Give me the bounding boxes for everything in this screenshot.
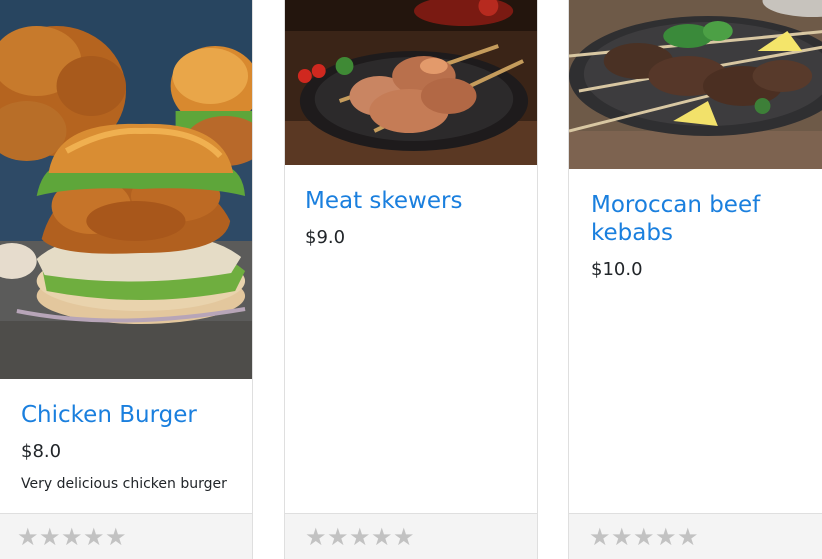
star-icon[interactable]: ★ bbox=[83, 523, 105, 551]
star-icon[interactable]: ★ bbox=[305, 523, 327, 551]
product-card[interactable]: Moroccan beef kebabs $10.0 ★★★★★ bbox=[568, 0, 822, 559]
star-icon[interactable]: ★ bbox=[633, 523, 655, 551]
star-icon[interactable]: ★ bbox=[589, 523, 611, 551]
card-footer: ★★★★★ bbox=[0, 513, 252, 559]
star-icon[interactable]: ★ bbox=[327, 523, 349, 551]
star-icon[interactable]: ★ bbox=[371, 523, 393, 551]
product-image[interactable] bbox=[569, 0, 822, 169]
product-image[interactable] bbox=[0, 0, 252, 379]
product-description: Very delicious chicken burger bbox=[21, 476, 227, 492]
product-card[interactable]: Meat skewers $9.0 ★★★★★ bbox=[284, 0, 538, 559]
product-price: $9.0 bbox=[305, 227, 346, 248]
star-icon[interactable]: ★ bbox=[105, 523, 127, 551]
card-footer: ★★★★★ bbox=[569, 513, 822, 559]
product-card[interactable]: Chicken Burger $8.0 Very delicious chick… bbox=[0, 0, 253, 559]
star-icon[interactable]: ★ bbox=[17, 523, 39, 551]
star-icon[interactable]: ★ bbox=[39, 523, 61, 551]
star-icon[interactable]: ★ bbox=[655, 523, 677, 551]
star-icon[interactable]: ★ bbox=[61, 523, 83, 551]
star-icon[interactable]: ★ bbox=[393, 523, 415, 551]
star-icon[interactable]: ★ bbox=[349, 523, 371, 551]
product-title[interactable]: Meat skewers bbox=[305, 187, 462, 215]
product-price: $10.0 bbox=[591, 259, 643, 280]
product-price: $8.0 bbox=[21, 441, 62, 462]
star-icon[interactable]: ★ bbox=[677, 523, 699, 551]
product-title[interactable]: Chicken Burger bbox=[21, 401, 197, 429]
star-icon[interactable]: ★ bbox=[611, 523, 633, 551]
rating-stars[interactable]: ★★★★★ bbox=[17, 523, 127, 551]
rating-stars[interactable]: ★★★★★ bbox=[589, 523, 699, 551]
product-image[interactable] bbox=[285, 0, 537, 165]
rating-stars[interactable]: ★★★★★ bbox=[305, 523, 415, 551]
product-title[interactable]: Moroccan beef kebabs bbox=[591, 191, 791, 247]
card-footer: ★★★★★ bbox=[285, 513, 537, 559]
